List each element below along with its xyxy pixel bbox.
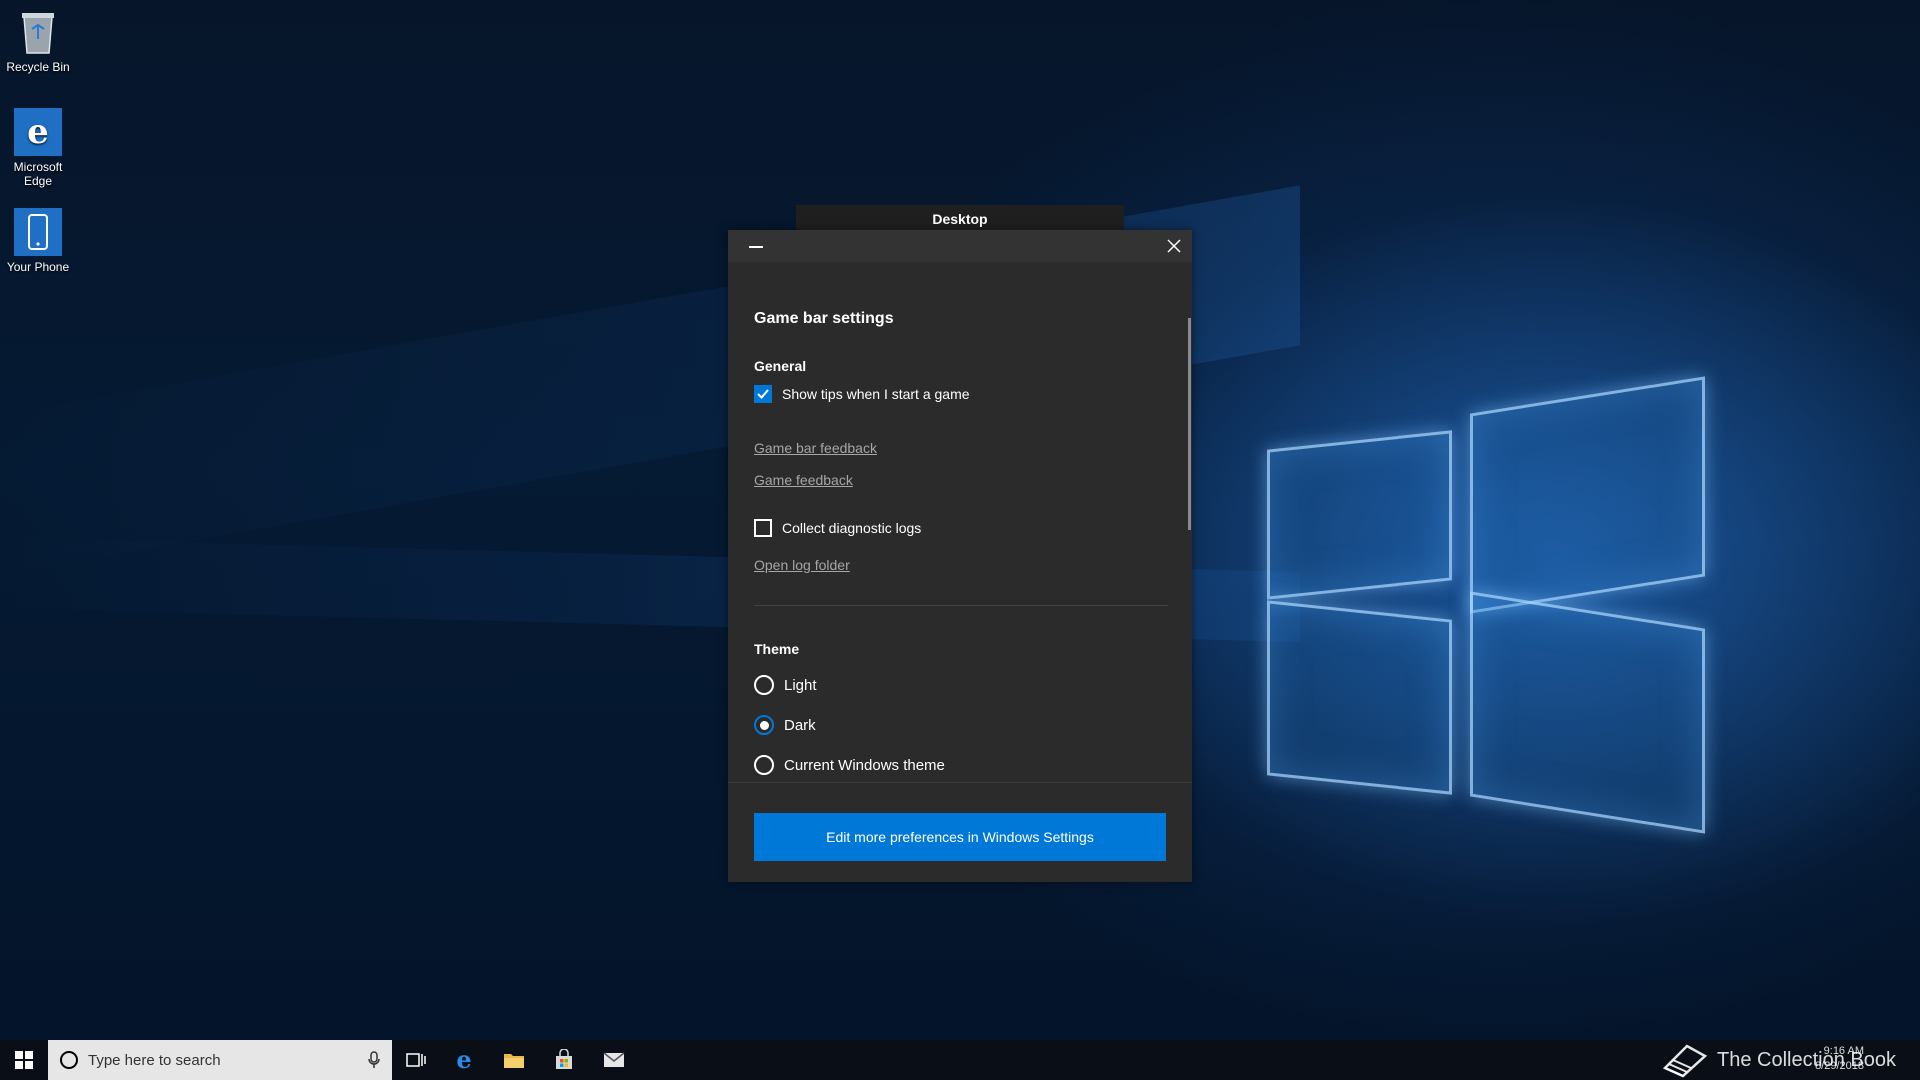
windows-start-icon (15, 1051, 33, 1069)
collect-logs-checkbox-row[interactable]: Collect diagnostic logs (754, 519, 921, 537)
section-divider (754, 605, 1168, 606)
minimize-button[interactable] (742, 238, 770, 256)
store-button[interactable] (540, 1040, 588, 1080)
radio-button[interactable] (754, 755, 774, 775)
game-bar-feedback-link[interactable]: Game bar feedback (754, 440, 877, 456)
phone-icon (14, 208, 62, 256)
collect-logs-checkbox[interactable] (754, 519, 772, 537)
logo-pane (1470, 591, 1705, 834)
desktop-icon-recycle-bin[interactable]: Recycle Bin (2, 8, 74, 74)
logo-pane (1470, 376, 1705, 614)
close-icon (1167, 239, 1181, 253)
game-bar-settings-dialog: Game bar settings General Show tips when… (728, 230, 1192, 882)
dialog-titlebar (728, 230, 1192, 262)
theme-option-label: Light (784, 676, 817, 694)
section-heading-theme: Theme (754, 641, 800, 657)
dialog-title: Game bar settings (754, 310, 894, 327)
svg-text:e: e (27, 112, 49, 152)
theme-option-dark[interactable]: Dark (754, 715, 816, 735)
desktop-icon-label: Microsoft Edge (13, 160, 63, 188)
watermark-text: The Collection Book (1717, 1048, 1896, 1071)
microphone-icon[interactable] (368, 1051, 380, 1069)
task-view-button[interactable] (392, 1040, 440, 1080)
desktop-icon-your-phone[interactable]: Your Phone (2, 208, 74, 274)
desktop-icon-label: Recycle Bin (6, 60, 70, 74)
windows-logo-wallpaper (1260, 375, 1720, 845)
edge-icon: e (14, 108, 62, 156)
show-tips-label: Show tips when I start a game (782, 386, 970, 402)
store-icon (556, 1049, 572, 1069)
open-log-folder-link[interactable]: Open log folder (754, 557, 850, 573)
edge-icon: e (456, 1048, 471, 1072)
search-placeholder: Type here to search (88, 1051, 221, 1069)
theme-option-label: Current Windows theme (784, 756, 945, 774)
watermark: The Collection Book (1661, 1042, 1896, 1078)
show-tips-checkbox-row[interactable]: Show tips when I start a game (754, 385, 970, 403)
taskbar: Type here to search e 9:16 AM 8/29/2018 … (0, 1040, 1920, 1080)
theme-option-label: Dark (784, 716, 816, 734)
theme-option-current-windows[interactable]: Current Windows theme (754, 755, 945, 775)
show-tips-checkbox[interactable] (754, 385, 772, 403)
overlay-header: Desktop (796, 205, 1124, 233)
recycle-bin-icon (14, 8, 62, 56)
mail-button[interactable] (590, 1040, 638, 1080)
task-view-icon (406, 1053, 426, 1067)
start-button[interactable] (0, 1040, 48, 1080)
minimize-icon (749, 246, 763, 248)
desktop-icon-edge[interactable]: e Microsoft Edge (2, 108, 74, 188)
close-button[interactable] (1160, 232, 1188, 260)
folder-icon (504, 1054, 524, 1068)
radio-button[interactable] (754, 675, 774, 695)
book-logo-icon (1662, 1044, 1708, 1078)
logo-pane (1267, 600, 1452, 795)
svg-text:e: e (456, 1048, 471, 1072)
mail-icon (603, 1052, 625, 1067)
edit-preferences-button[interactable]: Edit more preferences in Windows Setting… (754, 813, 1166, 861)
overlay-header-label: Desktop (932, 211, 988, 227)
dialog-footer: Edit more preferences in Windows Setting… (728, 782, 1192, 882)
desktop-icon-label: Your Phone (6, 260, 70, 274)
system-tray: 9:16 AM 8/29/2018 The Collection Book (1660, 1040, 1920, 1080)
theme-option-light[interactable]: Light (754, 675, 817, 695)
taskbar-search-box[interactable]: Type here to search (48, 1040, 392, 1080)
logo-pane (1267, 430, 1452, 600)
taskbar-edge-button[interactable]: e (440, 1040, 488, 1080)
scrollbar-thumb[interactable] (1188, 318, 1191, 530)
section-heading-general: General (754, 358, 807, 374)
file-explorer-button[interactable] (490, 1040, 538, 1080)
radio-dot (759, 720, 769, 730)
game-feedback-link[interactable]: Game feedback (754, 472, 853, 488)
collect-logs-label: Collect diagnostic logs (782, 520, 922, 536)
checkmark-icon (757, 389, 769, 399)
radio-button-selected[interactable] (754, 715, 774, 735)
cortana-icon (60, 1051, 78, 1069)
